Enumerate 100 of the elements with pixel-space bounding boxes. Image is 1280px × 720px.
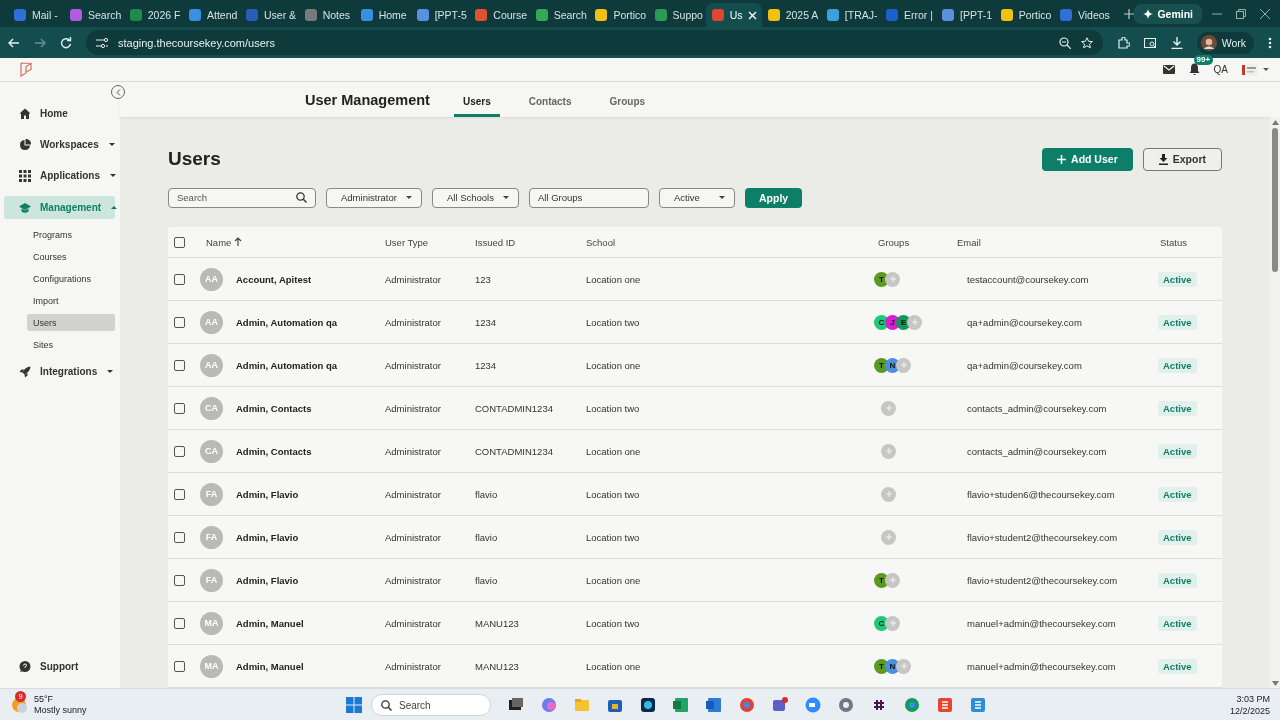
reload-icon[interactable] [60,36,72,49]
browser-tab[interactable]: Search [529,3,590,27]
browser-tab[interactable]: Notes [298,3,355,27]
mail-icon[interactable] [1162,65,1175,74]
filter-dropdown[interactable]: All Schools [431,187,519,208]
row-checkbox[interactable] [174,617,185,629]
site-settings-icon[interactable] [96,36,108,49]
more-icon[interactable] [1268,36,1272,49]
groups-field[interactable]: All Groups [528,187,649,208]
sidebar-subitem[interactable]: Users [27,314,115,331]
browser-tab[interactable]: Attend [182,3,240,27]
user-name[interactable]: Admin, Flavio [235,531,385,543]
app-icon[interactable] [970,697,986,713]
browser-tab[interactable]: Suppo [648,3,706,27]
gear-icon[interactable] [838,697,854,713]
row-checkbox[interactable] [174,359,185,371]
section-tab[interactable]: Contacts [519,96,581,117]
add-group-button[interactable] [907,314,922,330]
sidebar-item[interactable]: Integrations [4,356,115,387]
hash-icon[interactable] [871,697,887,713]
star-icon[interactable] [1080,36,1093,49]
sidebar-subitem[interactable]: Programs [27,226,115,243]
sidebar-item[interactable]: Workspaces [4,129,115,160]
browser-tab[interactable]: Videos [1053,3,1113,27]
sidebar-subitem[interactable]: Courses [27,248,115,265]
document-icon[interactable] [706,697,722,713]
row-checkbox[interactable] [174,273,185,285]
export-button[interactable]: Export [1142,147,1222,171]
browser-tab[interactable]: 2025 A [761,3,821,27]
add-group-button[interactable] [896,357,911,373]
user-name[interactable]: Admin, Contacts [235,402,385,414]
gemini-button[interactable]: Gemini [1134,3,1202,24]
sidebar-item[interactable]: Management [4,196,115,219]
user-name[interactable]: Admin, Manuel [235,660,385,672]
download-icon[interactable] [1170,36,1183,49]
temperature[interactable]: 55°F [34,694,87,705]
row-checkbox[interactable] [174,531,185,543]
filter-dropdown[interactable]: Active [658,187,735,208]
tab-search-icon[interactable] [1143,36,1157,49]
browser-tab[interactable]: Us [705,3,762,27]
restore-icon[interactable] [1236,8,1246,19]
sidebar-subitem[interactable]: Sites [27,336,115,353]
caret-icon[interactable] [1262,67,1270,72]
sidebar-item[interactable]: Applications [4,160,115,191]
section-tab[interactable]: Groups [600,96,655,117]
clock-date[interactable]: 12/2/2025 [1229,705,1270,717]
browser-tab[interactable]: Portico [994,3,1054,27]
user-name[interactable]: Admin, Manuel [235,617,385,629]
user-name[interactable]: Admin, Automation qa [235,316,385,328]
browser-tab[interactable]: Portico [589,3,649,27]
app-icon[interactable] [937,697,953,713]
profile-button[interactable]: Work [1196,31,1254,54]
sidebar-item[interactable]: Support [4,651,115,682]
add-group-button[interactable] [885,572,900,588]
task-view-icon[interactable] [508,697,524,713]
scrollbar[interactable] [1270,117,1280,688]
school-logo-icon[interactable] [1242,63,1258,76]
add-user-button[interactable]: Add User [1042,147,1133,171]
taskbar-search[interactable]: Search [371,694,491,716]
browser-tab[interactable]: [PPT-5 [410,3,470,27]
user-name[interactable]: Admin, Contacts [235,445,385,457]
column-header[interactable]: Name [206,236,232,248]
sidebar-subitem[interactable]: Configurations [27,270,115,287]
add-group-button[interactable] [896,658,911,674]
weather-condition[interactable]: Mostly sunny [34,705,87,716]
browser-tab[interactable]: Home [354,3,411,27]
new-tab-icon[interactable] [1124,8,1135,19]
sidebar-item[interactable]: Home [4,98,115,129]
row-checkbox[interactable] [174,488,185,500]
row-checkbox[interactable] [174,402,185,414]
select-all-checkbox[interactable] [174,236,185,248]
browser-tab[interactable]: User & [240,3,299,27]
apply-button[interactable]: Apply [744,187,803,208]
sidebar-subitem[interactable]: Import [27,292,115,309]
browser-tab[interactable]: Search [64,3,124,27]
row-checkbox[interactable] [174,445,185,457]
bell-icon[interactable] [1188,63,1200,76]
user-name[interactable]: Admin, Automation qa [235,359,385,371]
forward-icon[interactable] [34,36,46,49]
scroll-up-icon[interactable] [1271,120,1279,125]
row-checkbox[interactable] [174,574,185,586]
user-name[interactable]: Admin, Flavio [235,574,385,586]
browser-tab[interactable]: 2026 F [123,3,183,27]
spreadsheet-icon[interactable] [673,697,689,713]
clock-time[interactable]: 3:03 PM [1236,693,1270,705]
browser-tab[interactable]: Error | [880,3,937,27]
user-initials[interactable]: QA [1213,64,1228,75]
filter-dropdown[interactable]: Administrator [326,187,422,208]
user-name[interactable]: Admin, Flavio [235,488,385,500]
zoom-icon[interactable] [1058,36,1071,49]
browser-tab[interactable]: [TRAJ- [820,3,881,27]
search-field[interactable]: Search [168,187,316,208]
browser-tab[interactable]: Course [469,3,530,27]
address-bar[interactable]: staging.thecoursekey.com/users [86,30,1103,55]
row-checkbox[interactable] [174,316,185,328]
add-group-button[interactable] [885,271,900,287]
section-tab[interactable]: Users [453,96,500,117]
browser-tab[interactable]: [PPT-1 [936,3,995,27]
row-checkbox[interactable] [174,660,185,672]
browser-tab[interactable]: Mail - [8,3,64,27]
